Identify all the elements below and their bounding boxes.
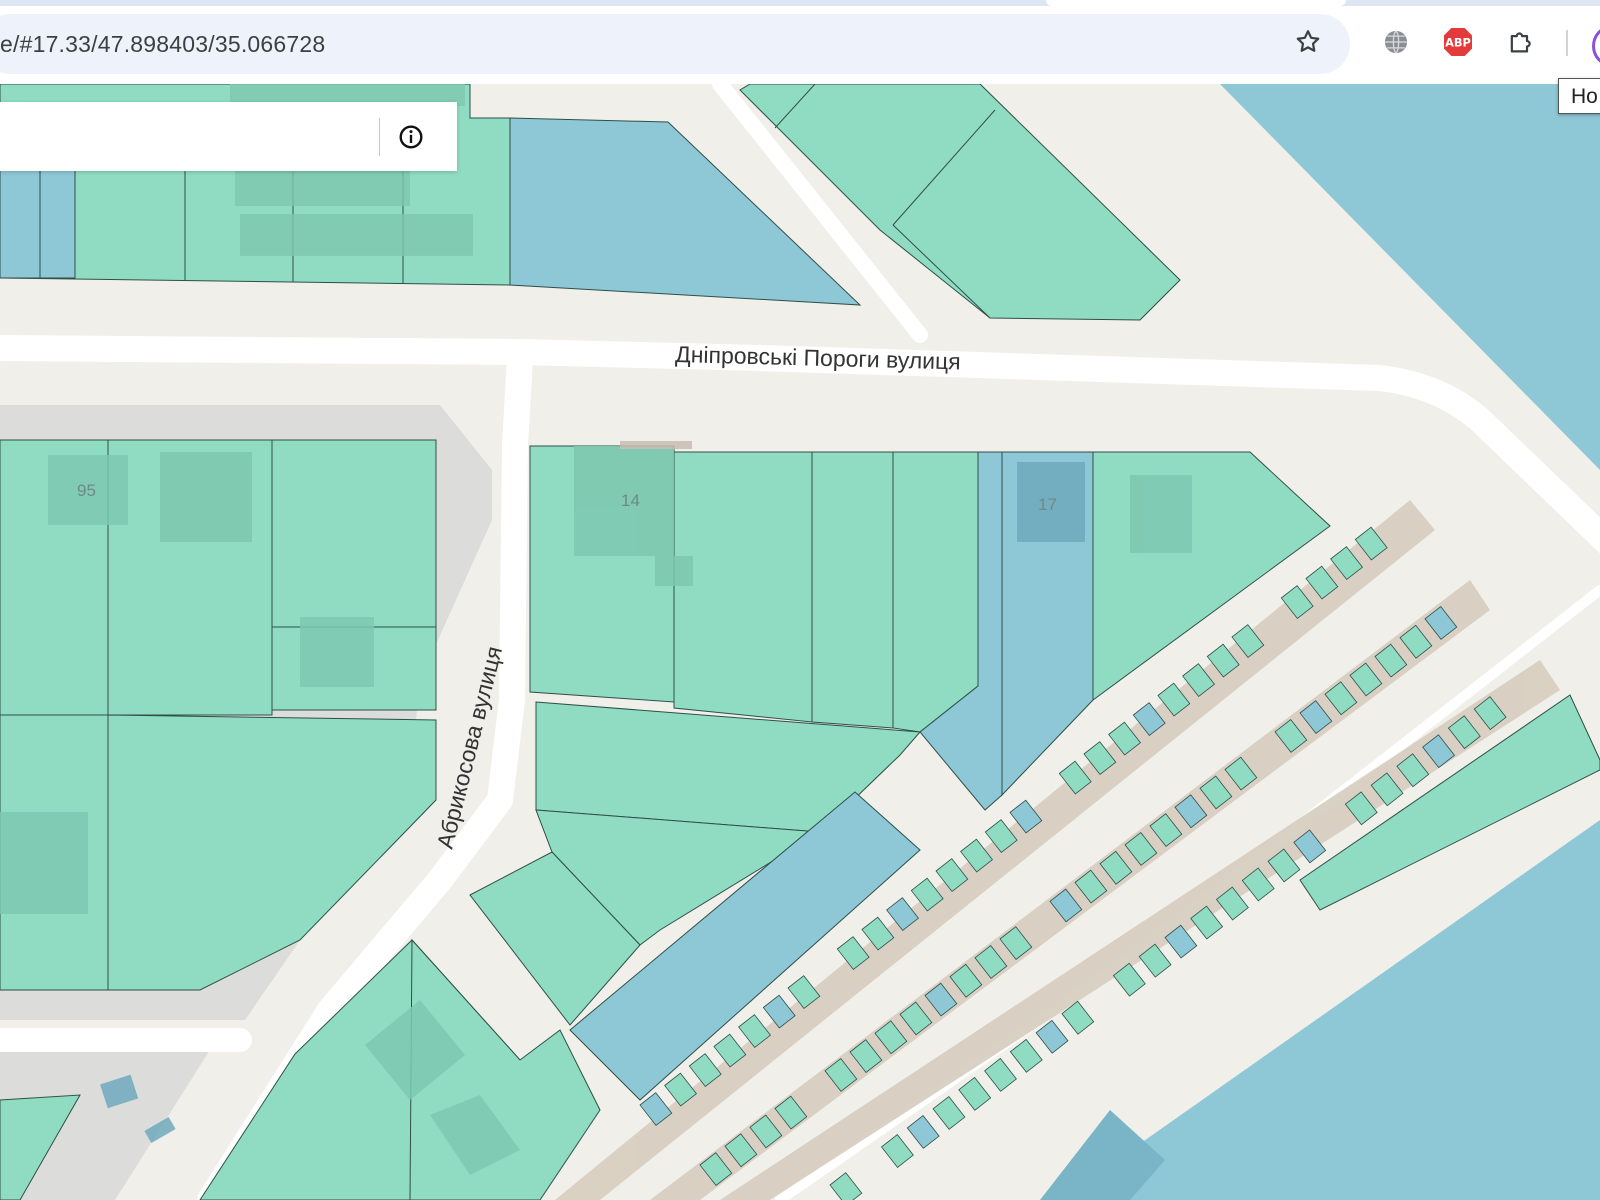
svg-text:ABP: ABP	[1445, 36, 1471, 50]
garage-cell	[984, 1057, 1017, 1092]
toolbar-separator	[1566, 30, 1568, 56]
garage-cell	[932, 1095, 966, 1130]
address-bar-url[interactable]: e/#17.33/47.898403/35.066728	[0, 31, 325, 58]
search-panel-divider	[379, 118, 380, 156]
house-number-14: 14	[621, 491, 640, 510]
globe-icon[interactable]	[1378, 24, 1414, 60]
map-canvas[interactable]: 95 14 17 Дніпровські Пороги вулиця Абрик…	[0, 84, 1600, 1200]
bookmark-star-icon[interactable]	[1290, 24, 1326, 60]
adblock-plus-icon[interactable]: ABP	[1440, 24, 1476, 60]
search-panel[interactable]	[0, 102, 457, 171]
house-number-17: 17	[1038, 495, 1057, 514]
tooltip: Но	[1558, 78, 1600, 114]
water-river-top	[1220, 84, 1600, 470]
garage-cell	[958, 1076, 992, 1111]
garage-cell	[906, 1115, 940, 1149]
garage-cell	[1009, 1038, 1043, 1073]
profile-avatar-icon[interactable]	[1592, 26, 1600, 66]
tab-strip	[0, 0, 1600, 6]
extensions-puzzle-icon[interactable]	[1502, 24, 1538, 60]
garage-cell	[829, 1172, 863, 1200]
garage-cell	[880, 1134, 914, 1168]
info-icon[interactable]	[396, 122, 426, 152]
browser-toolbar: e/#17.33/47.898403/35.066728 ABP	[0, 0, 1600, 84]
active-tab[interactable]	[1046, 0, 1346, 6]
house-number-95: 95	[77, 481, 96, 500]
